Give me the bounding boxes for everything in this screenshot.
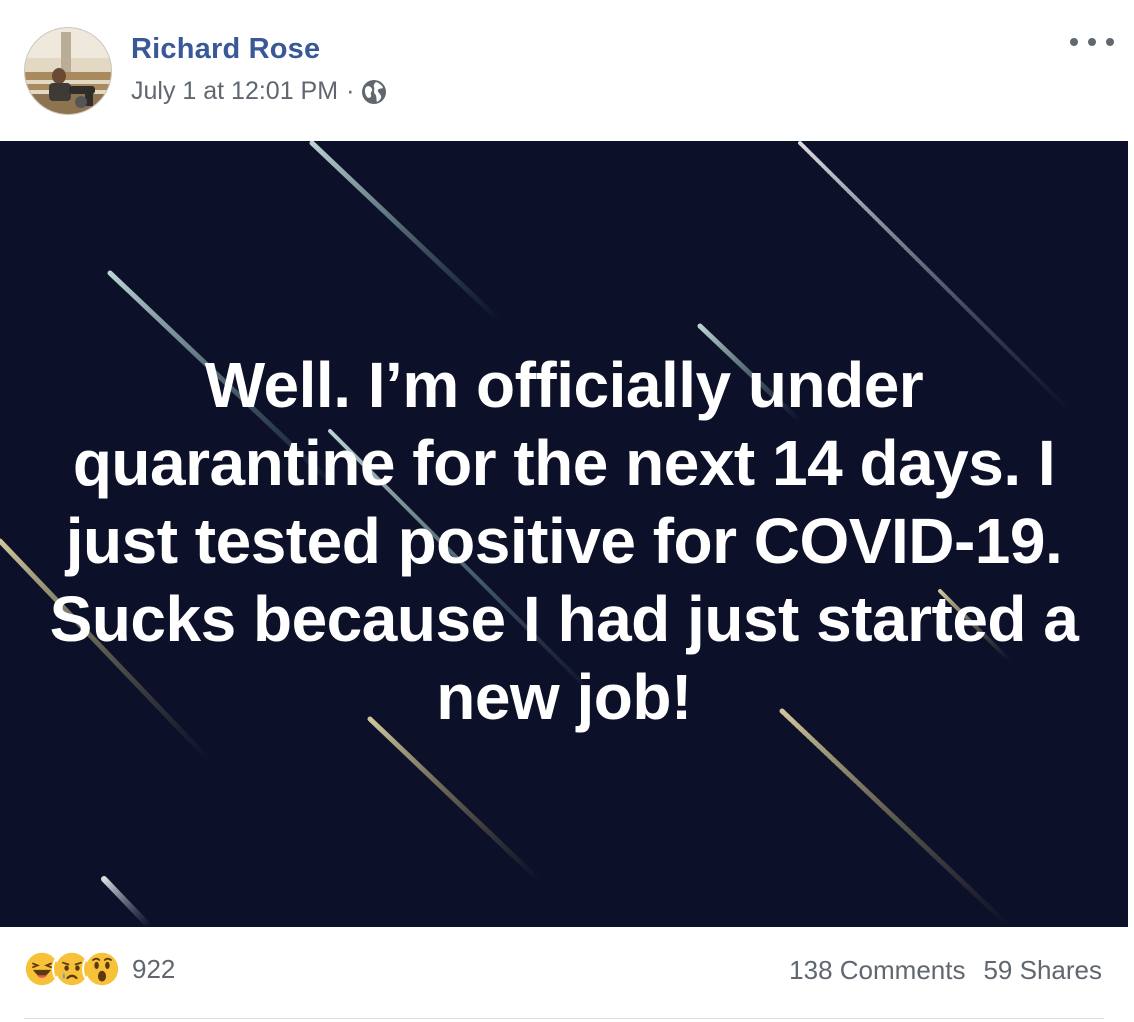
reactions-summary[interactable]: 922 bbox=[22, 949, 175, 989]
reaction-count: 922 bbox=[132, 953, 176, 984]
wow-reaction-icon bbox=[82, 949, 122, 989]
more-options-icon[interactable] bbox=[1070, 34, 1114, 50]
post-footer: 922 138 Comments 59 Shares bbox=[0, 927, 1134, 1022]
post-background-card[interactable]: Well. I’m officially under quarantine fo… bbox=[0, 141, 1128, 927]
post-header: Richard Rose July 1 at 12:01 PM · bbox=[0, 0, 1134, 141]
post-text: Well. I’m officially under quarantine fo… bbox=[49, 349, 1079, 733]
post-timestamp[interactable]: July 1 at 12:01 PM bbox=[131, 77, 338, 106]
footer-divider bbox=[24, 1018, 1104, 1019]
dot bbox=[1106, 38, 1114, 46]
meta-separator: · bbox=[346, 77, 355, 105]
globe-icon[interactable] bbox=[360, 78, 388, 106]
facebook-post: Richard Rose July 1 at 12:01 PM · Well. … bbox=[0, 0, 1134, 1022]
comments-count-link[interactable]: 138 Comments bbox=[789, 955, 965, 986]
avatar-photo bbox=[25, 28, 111, 114]
dot bbox=[1088, 38, 1096, 46]
post-meta: July 1 at 12:01 PM · bbox=[131, 77, 388, 106]
author-name[interactable]: Richard Rose bbox=[131, 33, 320, 66]
post-stats: 138 Comments 59 Shares bbox=[789, 955, 1102, 986]
author-avatar[interactable] bbox=[24, 27, 112, 115]
dot bbox=[1070, 38, 1078, 46]
shares-count-link[interactable]: 59 Shares bbox=[983, 955, 1102, 986]
